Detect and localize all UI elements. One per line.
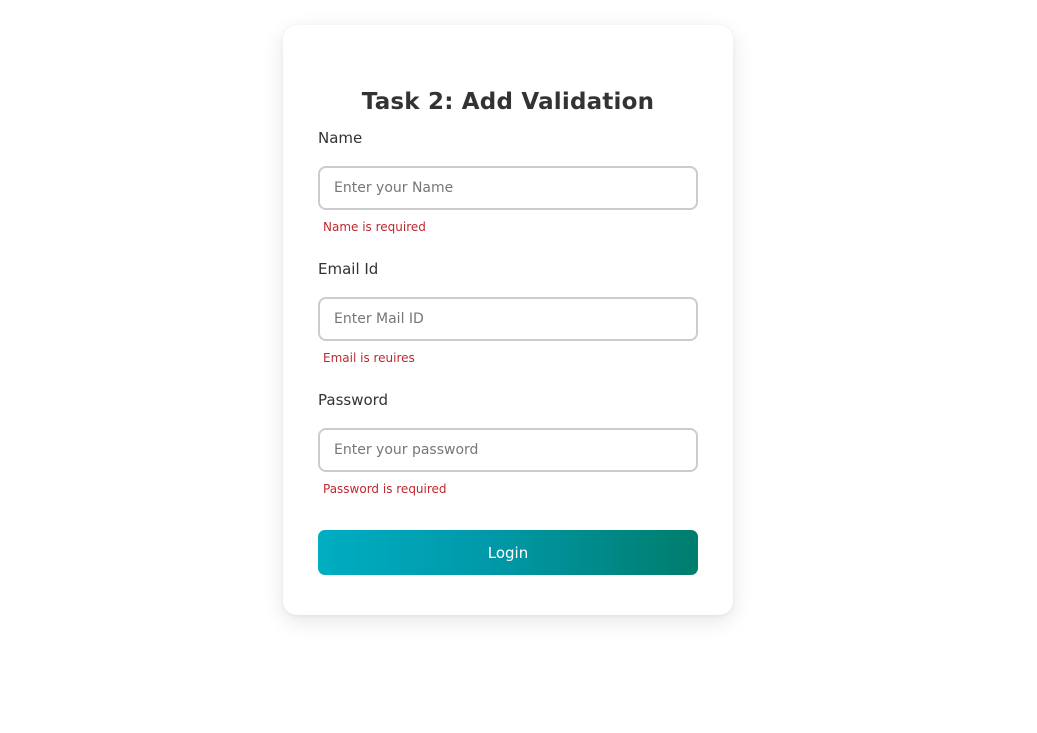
email-error-message: Email is reuires [323, 351, 415, 365]
password-label: Password [318, 391, 389, 409]
login-button[interactable]: Login [318, 530, 698, 575]
form-title: Task 2: Add Validation [361, 89, 655, 115]
login-form-card: Task 2: Add Validation Name Name is requ… [283, 25, 733, 615]
email-input[interactable] [318, 297, 698, 341]
email-label: Email Id [318, 260, 379, 278]
password-error-message: Password is required [323, 482, 447, 496]
password-input[interactable] [318, 428, 698, 472]
name-label: Name [318, 129, 363, 147]
name-error-message: Name is required [323, 220, 426, 234]
name-input[interactable] [318, 166, 698, 210]
